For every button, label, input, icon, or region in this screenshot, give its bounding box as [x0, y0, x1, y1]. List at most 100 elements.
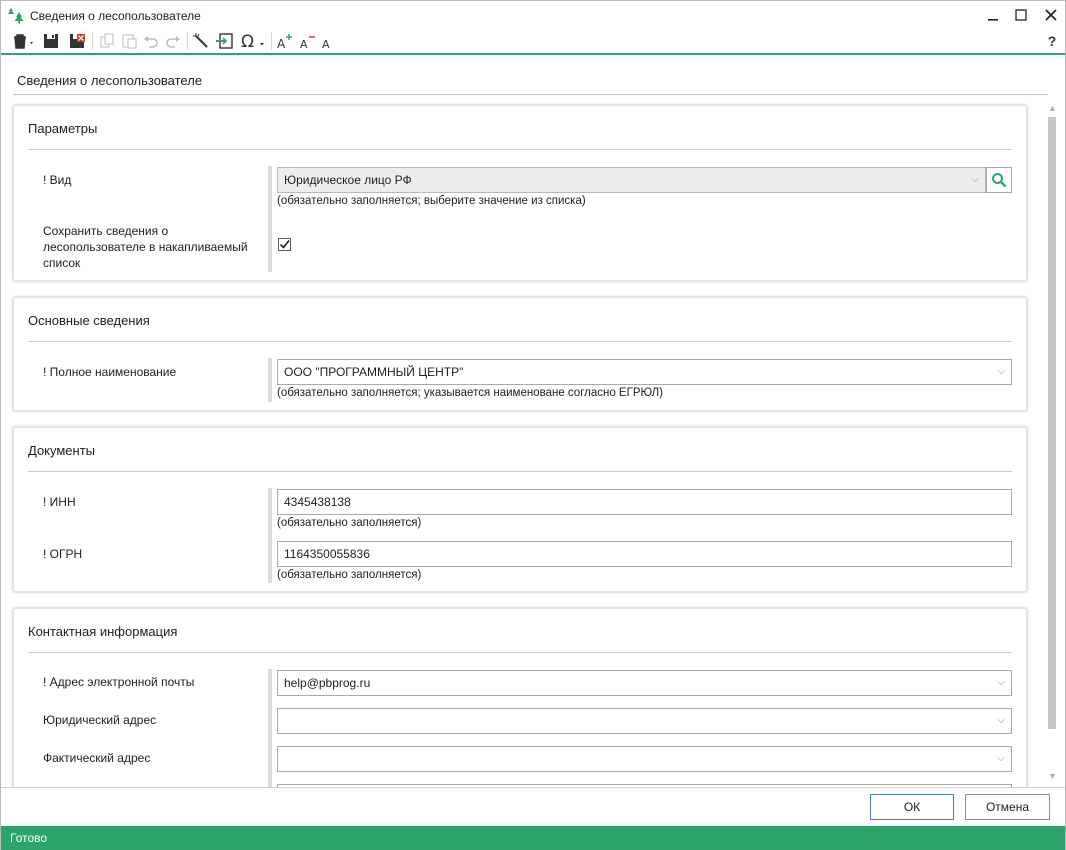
status-bar: Готово [1, 826, 1065, 850]
application-window: Сведения о лесопользователе Ω A A A ? Св… [0, 0, 1066, 850]
chevron-down-icon: ⌵ [997, 366, 1005, 377]
wand-button[interactable] [191, 30, 211, 52]
panel-divider [28, 652, 1012, 653]
chevron-down-icon: ⌵ [997, 753, 1005, 764]
minimize-icon [988, 19, 998, 21]
copy-icon [100, 33, 114, 48]
vid-select[interactable]: Юридическое лицо РФ ⌵ [277, 167, 986, 193]
import-icon [216, 33, 233, 49]
inn-hint: (обязательно заполняется) [277, 517, 422, 529]
vid-hint: (обязательно заполняется; выберите значе… [277, 195, 586, 207]
svg-text:A: A [322, 38, 330, 50]
checkmark-icon [279, 240, 290, 249]
copy-button[interactable] [97, 30, 117, 52]
toolbar-separator [271, 32, 272, 50]
undo-button[interactable] [141, 30, 161, 52]
form-scroll-area[interactable]: Параметры ! Вид Юридическое лицо РФ ⌵ (о… [1, 97, 1046, 787]
clear-dropdown-button[interactable] [10, 30, 38, 52]
chevron-down-icon: ⌵ [997, 677, 1005, 688]
page-title: Сведения о лесопользователе [17, 73, 203, 88]
panel-documents: Документы ! ИНН 4345438138 (обязательно … [13, 427, 1027, 592]
field-marker [268, 669, 272, 787]
panel-parameters: Параметры ! Вид Юридическое лицо РФ ⌵ (о… [13, 105, 1027, 281]
font-reset-button[interactable]: A [317, 30, 337, 52]
save-list-label: Сохранить сведения о лесопользователе в … [43, 224, 248, 270]
close-button[interactable] [1039, 5, 1063, 25]
vertical-scrollbar[interactable]: ▲ ▼ [1046, 101, 1058, 785]
scroll-thumb[interactable] [1048, 117, 1056, 729]
cancel-button[interactable]: Отмена [965, 794, 1050, 820]
email-input[interactable]: help@pbprog.ru ⌵ [277, 670, 1012, 696]
panel-main-info: Основные сведения ! Полное наименование … [13, 297, 1027, 411]
undo-icon [144, 36, 158, 48]
actual-address-input[interactable]: ⌵ [277, 746, 1012, 772]
title-divider [13, 94, 1048, 95]
panel-divider [28, 471, 1012, 472]
toolbar-accent-line [1, 53, 1065, 55]
fullname-label: ! Полное наименование [43, 365, 177, 379]
save-button[interactable] [41, 30, 61, 52]
panel-title-parameters: Параметры [28, 121, 98, 136]
panel-title-contacts: Контактная информация [28, 624, 178, 639]
save-close-button[interactable] [67, 30, 87, 52]
svg-text:A: A [277, 37, 286, 50]
search-icon [992, 173, 1007, 188]
field-marker [268, 358, 272, 402]
title-bar: Сведения о лесопользователе [1, 1, 1065, 29]
paste-button[interactable] [119, 30, 139, 52]
footer-divider [1, 787, 1065, 788]
panel-divider [28, 149, 1012, 150]
chevron-down-icon: ⌵ [971, 174, 979, 185]
ok-button[interactable]: ОК [870, 794, 954, 820]
field-marker [268, 166, 272, 272]
help-button[interactable]: ? [1043, 30, 1061, 52]
font-decrease-icon: A [300, 36, 315, 50]
save-icon [44, 34, 58, 48]
status-text: Готово [10, 831, 48, 845]
redo-icon [166, 36, 180, 48]
tree-app-icon [8, 8, 24, 24]
legal-address-input[interactable]: ⌵ [277, 708, 1012, 734]
redo-button[interactable] [163, 30, 183, 52]
ogrn-input[interactable]: 1164350055836 [277, 541, 1012, 567]
window-title: Сведения о лесопользователе [30, 9, 201, 23]
vid-search-button[interactable] [986, 167, 1012, 193]
omega-icon: Ω [241, 32, 264, 50]
chevron-down-icon: ⌵ [997, 715, 1005, 726]
toolbar-separator [187, 32, 188, 50]
fullname-value: ООО "ПРОГРАММНЫЙ ЦЕНТР" [284, 365, 464, 379]
panel-title-documents: Документы [28, 443, 96, 458]
save-close-icon [70, 34, 85, 48]
fullname-hint: (обязательно заполняется; указывается на… [277, 387, 663, 399]
font-increase-icon: A [277, 34, 292, 50]
import-button[interactable] [213, 30, 235, 52]
font-increase-button[interactable]: A [275, 30, 295, 52]
vid-label: ! Вид [43, 173, 72, 187]
scroll-up-icon[interactable]: ▲ [1048, 104, 1057, 113]
scroll-down-icon[interactable]: ▼ [1048, 772, 1057, 781]
magic-wand-icon [193, 33, 208, 48]
ogrn-hint: (обязательно заполняется) [277, 569, 422, 581]
email-label: ! Адрес электронной почты [43, 675, 195, 689]
close-icon [1045, 9, 1057, 21]
toolbar: Ω A A A ? [1, 29, 1065, 53]
font-decrease-button[interactable]: A [297, 30, 317, 52]
symbol-dropdown-button[interactable]: Ω [239, 30, 267, 52]
svg-text:A: A [300, 38, 308, 50]
save-list-checkbox[interactable] [278, 238, 291, 251]
paste-icon [122, 34, 137, 49]
minimize-button[interactable] [981, 5, 1005, 25]
inn-input[interactable]: 4345438138 [277, 489, 1012, 515]
svg-text:Ω: Ω [241, 32, 254, 50]
ogrn-label: ! ОГРН [43, 547, 83, 561]
maximize-button[interactable] [1009, 5, 1033, 25]
maximize-icon [1015, 9, 1027, 21]
toolbar-separator [92, 32, 93, 50]
panel-title-main-info: Основные сведения [28, 313, 150, 328]
fullname-input[interactable]: ООО "ПРОГРАММНЫЙ ЦЕНТР" ⌵ [277, 359, 1012, 385]
panel-divider [28, 341, 1012, 342]
field-marker [268, 488, 272, 583]
inn-label: ! ИНН [43, 495, 76, 509]
legal-address-label: Юридический адрес [43, 713, 157, 727]
actual-address-label: Фактический адрес [43, 751, 151, 765]
